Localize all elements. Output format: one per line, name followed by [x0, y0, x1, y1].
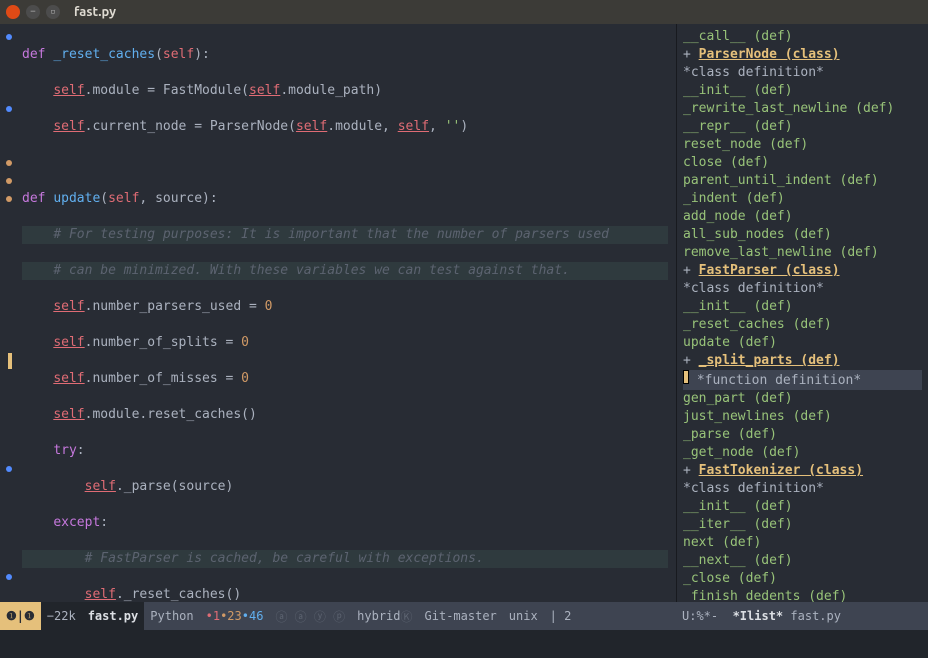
- tree-item[interactable]: __call__ (def): [683, 28, 922, 46]
- tree-item[interactable]: all_sub_nodes (def): [683, 226, 922, 244]
- statusbar: ❶ | ❶ − 22k fast.py Python •1 •23 •46 ⓐ …: [0, 602, 928, 630]
- minimize-icon[interactable]: −: [26, 5, 40, 19]
- tree-item[interactable]: _reset_caches (def): [683, 316, 922, 334]
- cursor-marker: [683, 370, 689, 384]
- gutter-marker: [6, 466, 12, 472]
- tree-item[interactable]: + _split_parts (def): [683, 352, 922, 370]
- titlebar: − ▫ fast.py: [0, 0, 928, 24]
- tree-item[interactable]: __next__ (def): [683, 552, 922, 570]
- tree-item[interactable]: add_node (def): [683, 208, 922, 226]
- status-warnings: ❶ | ❶: [0, 602, 41, 630]
- tree-item[interactable]: __iter__ (def): [683, 516, 922, 534]
- outline-sidebar[interactable]: __call__ (def) + ParserNode (class) *cla…: [676, 24, 928, 602]
- tree-item[interactable]: _finish_dedents (def): [683, 588, 922, 602]
- gutter-marker: [6, 178, 12, 184]
- status-left: ❶ | ❶ − 22k fast.py Python •1 •23 •46 ⓐ …: [0, 602, 676, 630]
- minibuffer[interactable]: [0, 630, 928, 658]
- tree-item[interactable]: remove_last_newline (def): [683, 244, 922, 262]
- tree-item-current[interactable]: *function definition*: [683, 370, 922, 390]
- status-flags: ⓐ ⓐ ⓨ ⓟ: [269, 602, 351, 630]
- tree-item[interactable]: parent_until_indent (def): [683, 172, 922, 190]
- tree-item[interactable]: __init__ (def): [683, 498, 922, 516]
- gutter: [0, 24, 18, 602]
- status-filename: fast.py: [82, 602, 145, 630]
- status-encoding: unix: [503, 602, 544, 630]
- tree-item[interactable]: + FastParser (class): [683, 262, 922, 280]
- gutter-marker: [6, 160, 12, 166]
- tree-item[interactable]: _parse (def): [683, 426, 922, 444]
- tree-item[interactable]: gen_part (def): [683, 390, 922, 408]
- tree-item[interactable]: *class definition*: [683, 64, 922, 82]
- window-title: fast.py: [74, 5, 116, 19]
- gutter-marker: [6, 106, 12, 112]
- status-position: | 2: [544, 602, 578, 630]
- tree-item[interactable]: _indent (def): [683, 190, 922, 208]
- status-git: Git-master: [419, 602, 503, 630]
- status-language: Python: [144, 602, 199, 630]
- maximize-icon[interactable]: ▫: [46, 5, 60, 19]
- tree-item[interactable]: _rewrite_last_newline (def): [683, 100, 922, 118]
- close-icon[interactable]: [6, 5, 20, 19]
- tree-item[interactable]: close (def): [683, 154, 922, 172]
- status-diagnostics: •1 •23 •46: [200, 602, 270, 630]
- gutter-marker: [6, 574, 12, 580]
- tree-item[interactable]: *class definition*: [683, 480, 922, 498]
- cursor-line-marker: [8, 353, 12, 369]
- code-editor[interactable]: def _reset_caches(self): self.module = F…: [18, 24, 676, 602]
- status-size: − 22k: [41, 602, 82, 630]
- window-controls: − ▫: [6, 5, 60, 19]
- tree-item[interactable]: reset_node (def): [683, 136, 922, 154]
- tree-item[interactable]: __repr__ (def): [683, 118, 922, 136]
- tree-item[interactable]: _close (def): [683, 570, 922, 588]
- tree-item[interactable]: + FastTokenizer (class): [683, 462, 922, 480]
- tree-item[interactable]: + ParserNode (class): [683, 46, 922, 64]
- gutter-marker: [6, 196, 12, 202]
- tree-item[interactable]: __init__ (def): [683, 82, 922, 100]
- tree-item[interactable]: _get_node (def): [683, 444, 922, 462]
- tree-item[interactable]: next (def): [683, 534, 922, 552]
- tree-item[interactable]: just_newlines (def): [683, 408, 922, 426]
- tree-item[interactable]: update (def): [683, 334, 922, 352]
- content-area: def _reset_caches(self): self.module = F…: [0, 24, 928, 602]
- tree-item[interactable]: *class definition*: [683, 280, 922, 298]
- gutter-marker: [6, 34, 12, 40]
- tree-item[interactable]: __init__ (def): [683, 298, 922, 316]
- status-hybrid: hybrid Ⓚ: [351, 602, 418, 630]
- status-right: U:%*- *Ilist* fast.py: [676, 602, 928, 630]
